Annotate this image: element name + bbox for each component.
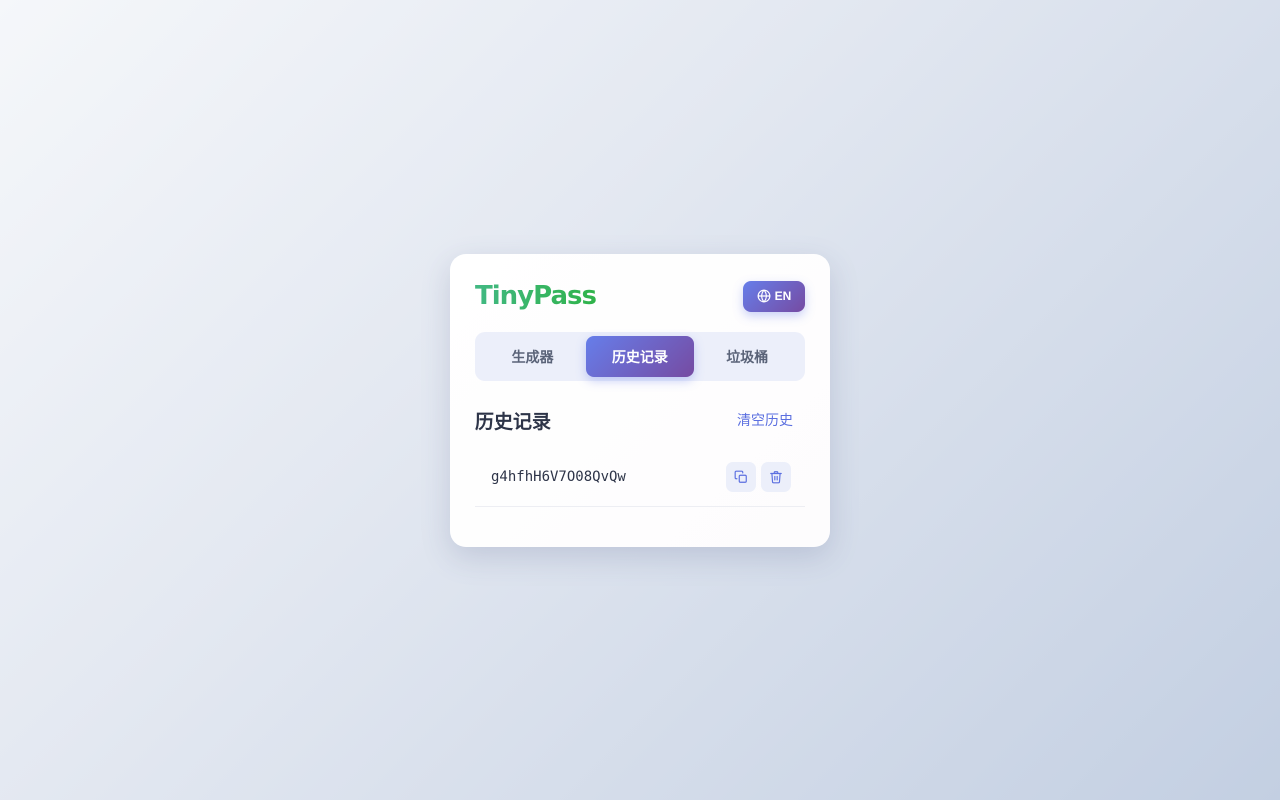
clear-history-button[interactable]: 清空历史 — [725, 406, 805, 434]
tab-trash[interactable]: 垃圾桶 — [694, 336, 801, 377]
history-item-actions — [726, 461, 791, 492]
history-list: g4hfhH6V7O08QvQw — [475, 447, 805, 507]
tab-bar: 生成器 历史记录 垃圾桶 — [475, 332, 805, 381]
header: TinyPass EN — [475, 280, 805, 312]
trash-icon — [769, 470, 783, 484]
language-label: EN — [774, 289, 792, 303]
app-logo: TinyPass — [475, 281, 597, 311]
globe-icon — [757, 289, 771, 303]
history-header: 历史记录 清空历史 — [475, 405, 805, 435]
tab-history[interactable]: 历史记录 — [586, 336, 694, 377]
copy-button[interactable] — [726, 461, 756, 492]
language-toggle-button[interactable]: EN — [743, 280, 805, 312]
delete-button[interactable] — [761, 461, 791, 492]
app-card: TinyPass EN 生成器 历史记录 垃圾桶 历史记录 清空历史 g4hfh… — [450, 254, 830, 547]
history-password: g4hfhH6V7O08QvQw — [491, 468, 626, 485]
history-item: g4hfhH6V7O08QvQw — [475, 447, 805, 507]
tab-generator[interactable]: 生成器 — [479, 336, 586, 377]
history-title: 历史记录 — [475, 411, 552, 433]
copy-icon — [734, 470, 748, 484]
